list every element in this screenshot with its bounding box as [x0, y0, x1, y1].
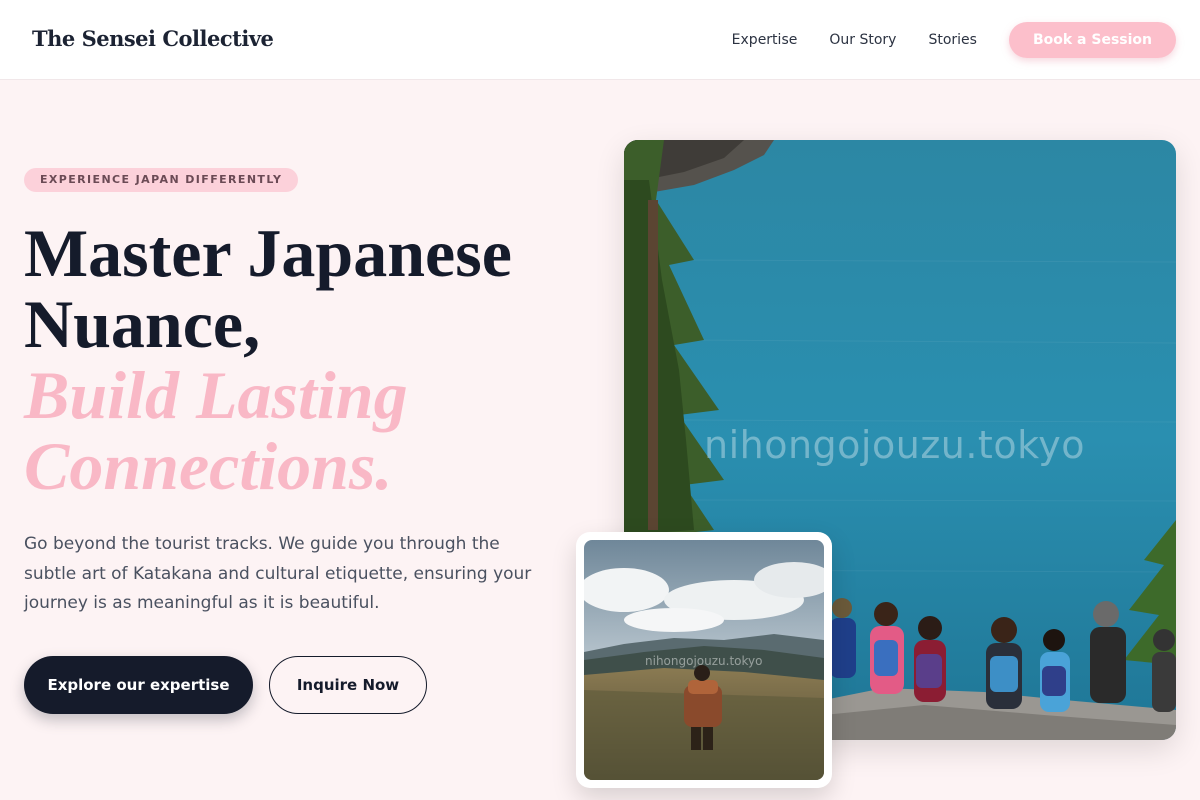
hero-title: Master Japanese Nuance, Build Lasting Co…: [24, 218, 512, 502]
small-photo-watermark: nihongojouzu.tokyo: [645, 654, 763, 668]
nav-link-our-story[interactable]: Our Story: [829, 32, 896, 48]
site-header: The Sensei Collective Expertise Our Stor…: [0, 0, 1200, 80]
hiker-photo-card: nihongojouzu.tokyo: [576, 532, 832, 788]
inquire-now-button[interactable]: Inquire Now: [269, 656, 427, 714]
hero-description: Go beyond the tourist tracks. We guide y…: [24, 534, 532, 613]
explore-expertise-button[interactable]: Explore our expertise: [24, 656, 253, 714]
hero-title-accent-line-1: Build Lasting: [24, 357, 408, 433]
hero-badge: EXPERIENCE JAPAN DIFFERENTLY: [24, 168, 299, 192]
brand-logo[interactable]: The Sensei Collective: [32, 26, 274, 51]
nav-link-expertise[interactable]: Expertise: [732, 32, 798, 48]
hiker-mountain-photo: nihongojouzu.tokyo: [584, 540, 824, 780]
hero-title-line-2: Nuance,: [24, 286, 261, 362]
hero-title-line-1: Master Japanese: [24, 215, 512, 291]
nav-link-stories[interactable]: Stories: [928, 32, 977, 48]
book-session-button[interactable]: Book a Session: [1008, 22, 1176, 58]
main-photo-watermark: nihongojouzu.tokyo: [704, 423, 1085, 467]
main-nav: Expertise Our Story Stories Book a Sessi…: [732, 22, 1176, 58]
hero-title-accent-line-2: Connections.: [24, 428, 393, 504]
